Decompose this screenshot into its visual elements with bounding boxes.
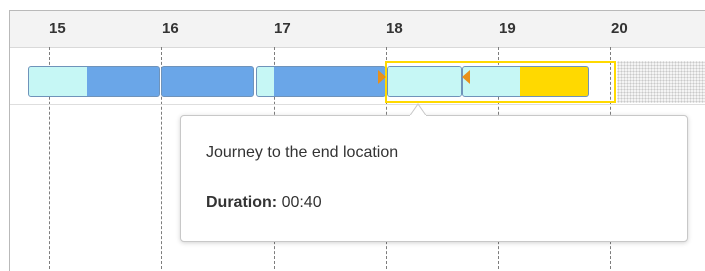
hour-label-16: 16 <box>162 20 179 37</box>
hour-label-20: 20 <box>611 20 628 37</box>
hour-label-17: 17 <box>274 20 291 37</box>
arrival-marker-icon <box>378 70 386 84</box>
event-bar[interactable] <box>161 66 254 97</box>
unavailable-hatch <box>617 61 705 103</box>
event-bar[interactable] <box>256 66 386 97</box>
work-segment <box>162 67 253 96</box>
tooltip-title: Journey to the end location <box>206 144 399 161</box>
time-header <box>10 11 705 48</box>
travel-segment <box>257 67 274 96</box>
hour-label-15: 15 <box>49 20 66 37</box>
duration-label: Duration: <box>206 194 278 211</box>
hour-label-18: 18 <box>386 20 403 37</box>
tooltip-duration: Duration: 00:40 <box>206 194 322 212</box>
departure-marker-icon <box>462 70 470 84</box>
tooltip-pointer <box>410 103 426 116</box>
row-separator <box>10 104 705 105</box>
event-tooltip: Journey to the end location Duration: 00… <box>180 115 688 242</box>
duration-value: 00:40 <box>281 194 322 211</box>
selection-outline <box>385 61 616 103</box>
hour-label-19: 19 <box>499 20 516 37</box>
work-segment <box>274 67 385 96</box>
travel-segment <box>29 67 87 96</box>
event-bar[interactable] <box>28 66 160 97</box>
work-segment <box>87 67 159 96</box>
